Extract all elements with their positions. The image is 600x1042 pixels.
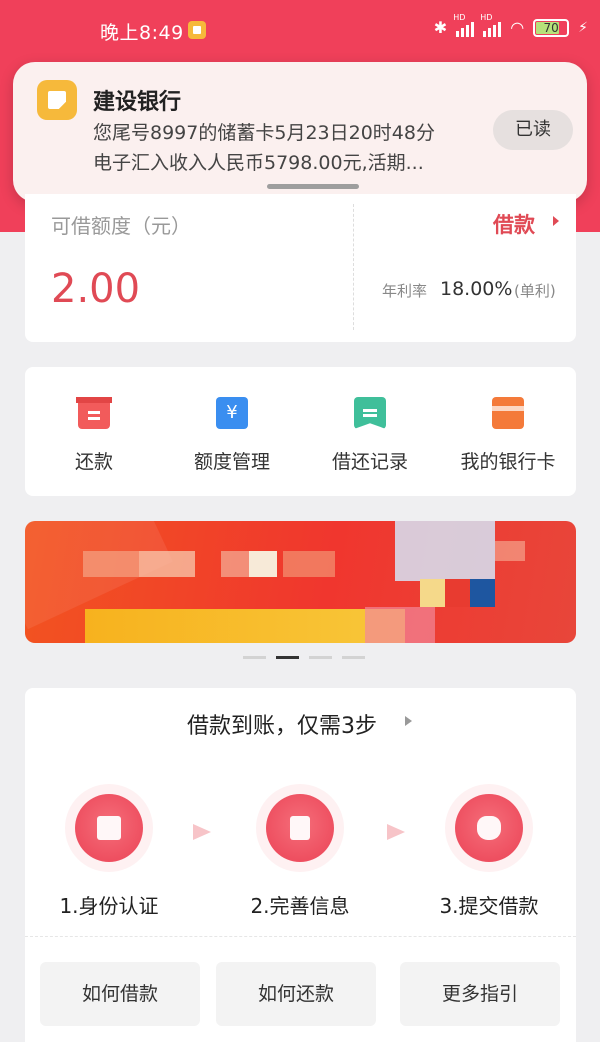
step-arrow-icon bbox=[193, 824, 211, 840]
credit-card: 可借额度（元） 2.00 借款 年利率 18.00% (单利) bbox=[25, 194, 576, 342]
step-identity-verification[interactable]: 1.身份认证 bbox=[29, 794, 189, 919]
how-to-borrow-button[interactable]: 如何借款 bbox=[40, 962, 200, 1026]
bluetooth-icon: ✱ bbox=[433, 18, 448, 37]
signal-icon: HD bbox=[453, 13, 475, 37]
notification-line-2: 电子汇入收入人民币5798.00元,活期... bbox=[93, 152, 424, 174]
more-guides-button[interactable]: 更多指引 bbox=[400, 962, 560, 1026]
annual-rate-value: 18.00% bbox=[440, 278, 513, 300]
bank-app-icon bbox=[37, 80, 77, 120]
rate-note: (单利) bbox=[514, 282, 556, 300]
step-label: 1.身份认证 bbox=[59, 894, 159, 918]
status-bar: 晚上8:49 ✱ HD HD ◠ 70 ⚡ bbox=[0, 0, 600, 60]
action-repay[interactable]: 还款 bbox=[25, 397, 163, 474]
document-edit-icon bbox=[266, 794, 334, 862]
notification-title: 建设银行 bbox=[93, 90, 182, 115]
action-quota-management[interactable]: ¥ 额度管理 bbox=[163, 397, 301, 474]
status-time: 晚上8:49 bbox=[100, 22, 184, 44]
chevron-right-icon[interactable] bbox=[553, 216, 559, 226]
id-card-icon bbox=[75, 794, 143, 862]
action-label: 还款 bbox=[74, 451, 113, 473]
loan-steps-card: 借款到账，仅需3步 1.身份认证 2.完善信息 3.提交借款 如何借款 如何还款… bbox=[25, 688, 576, 1042]
promo-banner[interactable] bbox=[25, 521, 576, 643]
step-complete-info[interactable]: 2.完善信息 bbox=[220, 794, 380, 919]
notification-handle[interactable] bbox=[267, 184, 359, 189]
how-to-repay-button[interactable]: 如何还款 bbox=[216, 962, 376, 1026]
steps-title[interactable]: 借款到账，仅需3步 bbox=[187, 708, 377, 740]
borrow-link[interactable]: 借款 bbox=[493, 209, 535, 239]
repay-icon bbox=[76, 397, 112, 429]
charging-icon: ⚡ bbox=[578, 19, 588, 36]
banner-stripe bbox=[85, 609, 405, 643]
quota-icon: ¥ bbox=[216, 397, 248, 429]
step-label: 2.完善信息 bbox=[250, 894, 350, 918]
credit-divider bbox=[353, 204, 354, 330]
notification-app-icon bbox=[188, 21, 206, 39]
annual-rate-label: 年利率 bbox=[382, 282, 428, 300]
credit-limit-label: 可借额度（元） bbox=[51, 214, 191, 238]
bank-card-icon bbox=[492, 397, 524, 429]
status-indicators: ✱ HD HD ◠ 70 ⚡ bbox=[433, 13, 588, 38]
signal-icon-2: HD bbox=[480, 13, 502, 37]
money-bag-icon bbox=[455, 794, 523, 862]
steps-divider bbox=[25, 936, 576, 937]
record-icon bbox=[354, 397, 386, 429]
credit-limit-amount: 2.00 bbox=[51, 266, 141, 312]
mark-read-button[interactable]: 已读 bbox=[493, 110, 573, 150]
step-submit-loan[interactable]: 3.提交借款 bbox=[409, 794, 569, 919]
action-label: 借还记录 bbox=[331, 451, 408, 473]
step-label: 3.提交借款 bbox=[439, 894, 539, 918]
step-arrow-icon bbox=[387, 824, 405, 840]
banner-pagination bbox=[243, 656, 365, 659]
action-label: 额度管理 bbox=[193, 451, 270, 473]
notification-line-1: 您尾号8997的储蓄卡5月23日20时48分 bbox=[93, 122, 435, 144]
battery-icon: 70 bbox=[533, 18, 570, 37]
quick-actions: 还款 ¥ 额度管理 借还记录 我的银行卡 bbox=[25, 367, 576, 496]
action-my-bank-card[interactable]: 我的银行卡 bbox=[439, 397, 577, 474]
notification-body: 您尾号8997的储蓄卡5月23日20时48分 电子汇入收入人民币5798.00元… bbox=[93, 118, 483, 178]
bank-notification[interactable]: 建设银行 您尾号8997的储蓄卡5月23日20时48分 电子汇入收入人民币579… bbox=[13, 62, 587, 202]
wifi-icon: ◠ bbox=[510, 18, 525, 37]
action-loan-records[interactable]: 借还记录 bbox=[301, 397, 439, 474]
action-label: 我的银行卡 bbox=[460, 451, 556, 473]
chevron-right-icon[interactable] bbox=[405, 716, 412, 726]
